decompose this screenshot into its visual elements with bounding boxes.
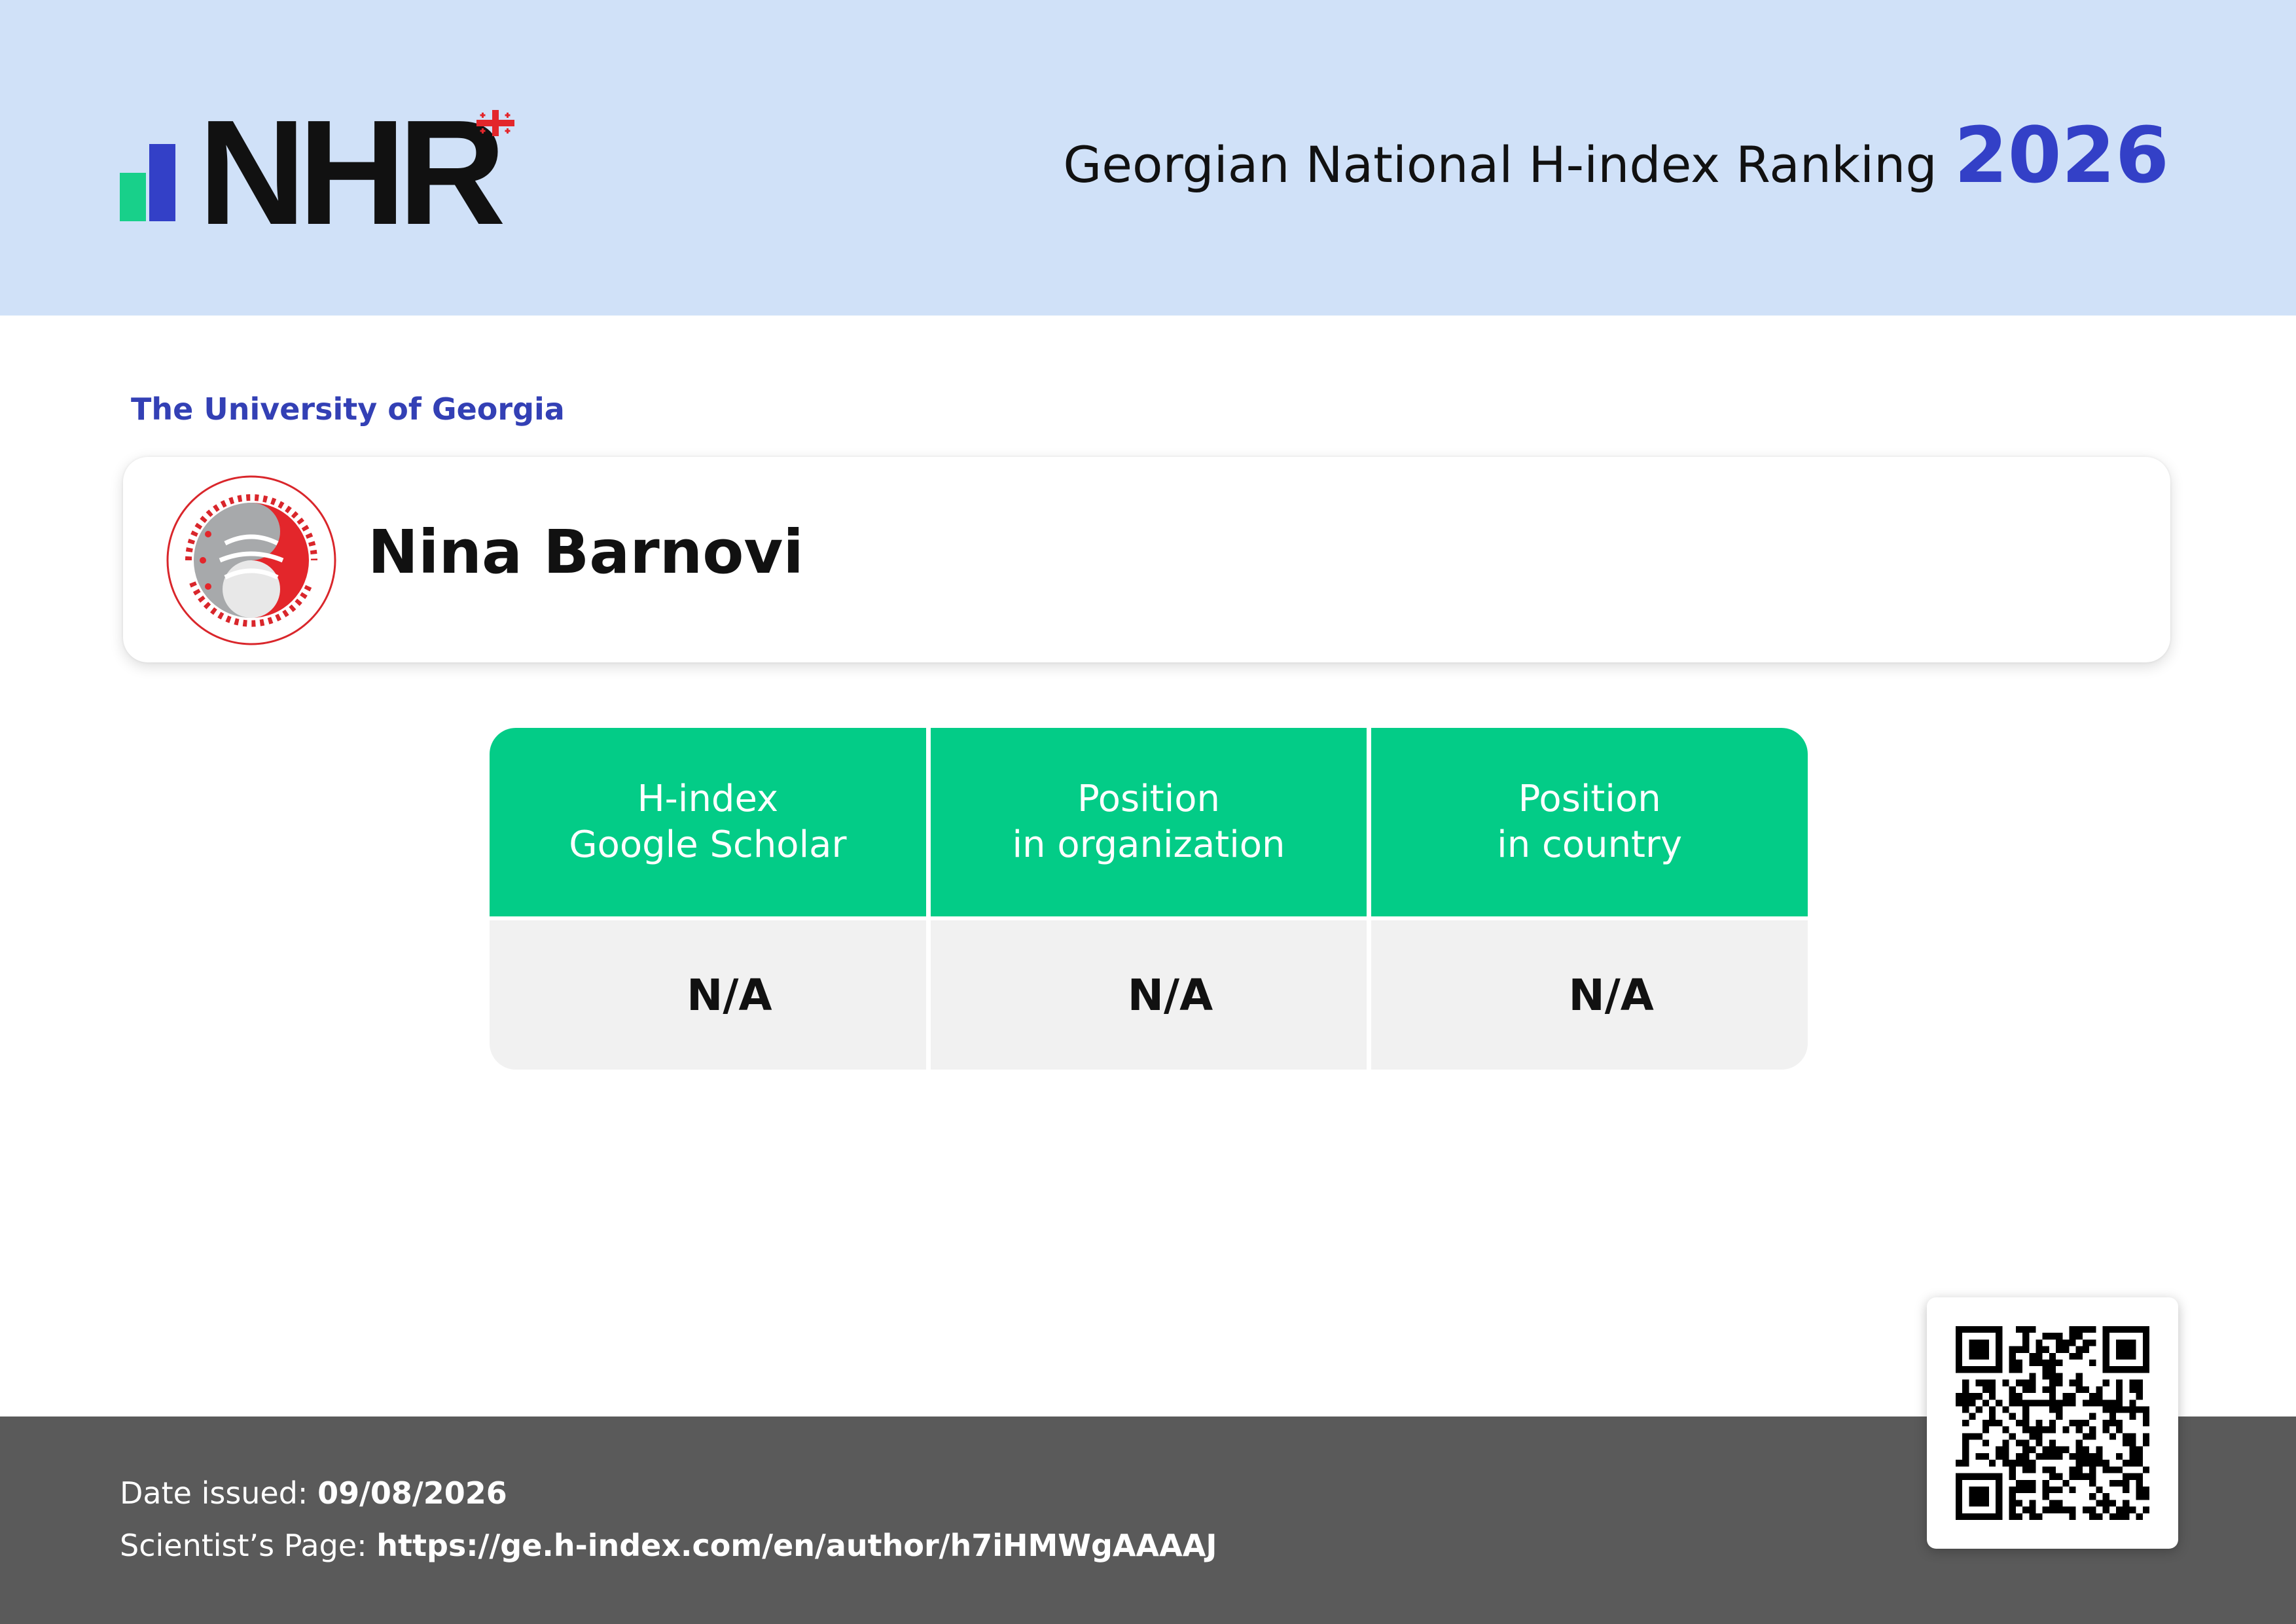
ranking-title: Georgian National H-index Ranking 2026 [1063, 110, 2169, 200]
stat-value-text: N/A [1127, 969, 1213, 1020]
stats-table: H-index Google Scholar N/A Position in o… [490, 728, 1808, 1070]
scientist-name: Nina Barnovi [368, 517, 804, 587]
stat-column-position-country: Position in country N/A [1371, 728, 1808, 1070]
stat-header: H-index Google Scholar [490, 728, 926, 916]
stat-value-text: N/A [1568, 969, 1654, 1020]
georgian-flag-icon [476, 110, 514, 136]
stat-header: Position in organization [930, 728, 1367, 916]
stat-header-line1: Position [1518, 778, 1661, 820]
organization-name: The University of Georgia [131, 391, 565, 427]
stat-header-line2: in country [1497, 823, 1683, 866]
scientist-card: Nina Barnovi [123, 457, 2170, 662]
qr-code-card[interactable] [1927, 1297, 2178, 1549]
logo-bar-blue [149, 144, 175, 221]
qr-code-icon [1956, 1326, 2149, 1520]
stat-header-line2: Google Scholar [569, 823, 847, 866]
stat-column-position-organization: Position in organization N/A [930, 728, 1367, 1070]
date-issued: Date issued: 09/08/2026 [120, 1475, 507, 1511]
scientist-page: Scientist’s Page: https://ge.h-index.com… [120, 1528, 1217, 1563]
date-issued-label: Date issued: [120, 1475, 308, 1511]
stat-value: N/A [930, 920, 1367, 1070]
date-issued-value: 09/08/2026 [317, 1475, 507, 1511]
header-banner: NHR Georgian National H-index Ranking 20… [0, 0, 2296, 316]
stat-header-line1: H-index [637, 778, 779, 820]
stat-header-line1: Position [1077, 778, 1221, 820]
logo-bar-green [120, 173, 146, 221]
university-seal-icon [166, 475, 336, 645]
stat-value: N/A [490, 920, 926, 1070]
ranking-year: 2026 [1954, 110, 2169, 200]
nhr-logo: NHR [120, 98, 526, 247]
stat-value-text: N/A [687, 969, 772, 1020]
ranking-title-text: Georgian National H-index Ranking [1063, 135, 1937, 194]
stat-value: N/A [1371, 920, 1808, 1070]
scientist-page-link[interactable]: https://ge.h-index.com/en/author/h7iHMWg… [376, 1528, 1217, 1563]
stat-header: Position in country [1371, 728, 1808, 916]
stat-column-h-index: H-index Google Scholar N/A [490, 728, 926, 1070]
logo-text: NHR [198, 90, 506, 256]
scientist-page-label: Scientist’s Page: [120, 1528, 367, 1563]
stat-header-line2: in organization [1012, 823, 1285, 866]
